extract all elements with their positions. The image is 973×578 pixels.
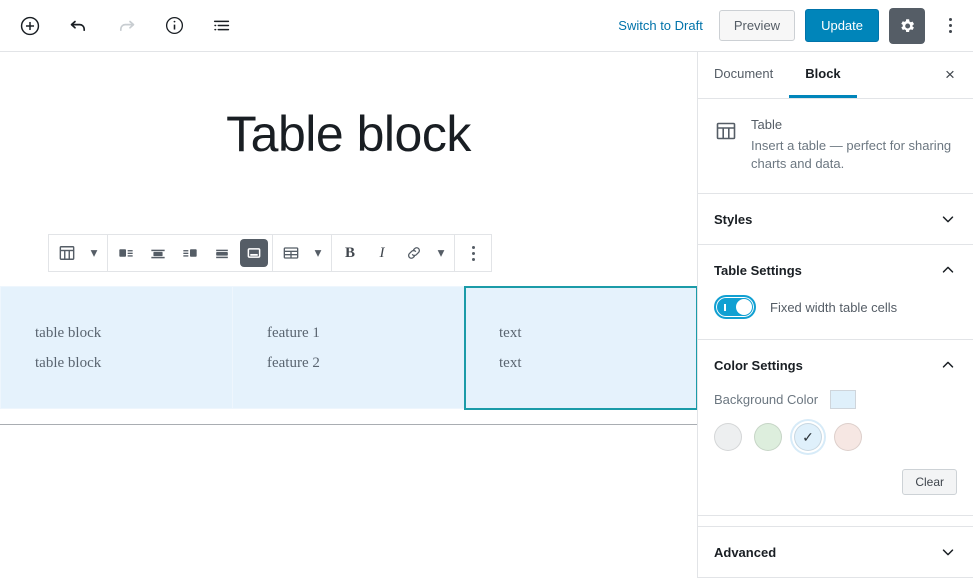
align-center-icon[interactable] [142, 235, 174, 271]
rich-text-group: B I ▾ [332, 235, 455, 271]
background-color-row: Background Color [714, 390, 957, 409]
color-swatch-list: ✓ [714, 423, 957, 451]
clear-row: Clear [714, 469, 957, 495]
align-right-icon[interactable] [174, 235, 206, 271]
header-right-tools: Switch to Draft Preview Update [612, 7, 965, 44]
edit-table-icon[interactable] [275, 235, 307, 271]
panel-color-settings-body: Background Color ✓ Clear [698, 390, 973, 515]
cell-line: feature 2 [267, 354, 320, 371]
block-info-text: Table Insert a table — perfect for shari… [751, 117, 957, 173]
list-view-icon[interactable] [204, 8, 240, 44]
update-button[interactable]: Update [805, 9, 879, 42]
block-description: Insert a table — perfect for sharing cha… [751, 138, 952, 171]
fixed-width-label: Fixed width table cells [770, 299, 898, 315]
panel-color-settings-header[interactable]: Color Settings [698, 340, 973, 390]
chevron-down-icon [939, 543, 957, 561]
header-left-tools [12, 8, 240, 44]
swatch-light-gray[interactable] [714, 423, 742, 451]
alignment-group [108, 235, 273, 271]
table-block[interactable]: table block table block feature 1 featur… [0, 285, 697, 410]
panel-title: Table Settings [714, 262, 802, 278]
block-info-card: Table Insert a table — perfect for shari… [698, 99, 973, 194]
cell-line: feature 1 [267, 324, 320, 341]
cell-line: table block [35, 354, 102, 371]
kebab-menu-icon[interactable] [457, 235, 489, 271]
swatch-light-pink[interactable] [834, 423, 862, 451]
editor-body: Table block ▾ ▾ B I ▾ table block table … [0, 52, 973, 578]
toggle-on-mark [724, 304, 726, 311]
fixed-width-row: Fixed width table cells [714, 295, 957, 319]
panel-styles: Styles [698, 194, 973, 245]
tab-block[interactable]: Block [789, 52, 857, 98]
info-icon[interactable] [156, 8, 192, 44]
editor-canvas[interactable]: Table block ▾ ▾ B I ▾ table block table … [0, 52, 697, 578]
block-type-group: ▾ [49, 235, 108, 271]
content-divider [0, 424, 697, 425]
table-icon[interactable] [51, 235, 83, 271]
gear-icon[interactable] [889, 7, 925, 44]
block-toolbar: ▾ ▾ B I ▾ [48, 234, 492, 272]
italic-button[interactable]: I [366, 235, 398, 271]
background-color-preview[interactable] [830, 390, 857, 409]
bold-button[interactable]: B [334, 235, 366, 271]
panel-title: Advanced [714, 544, 777, 560]
redo-icon [108, 8, 144, 44]
fixed-width-toggle[interactable] [714, 295, 756, 319]
panel-table-settings-body: Fixed width table cells [698, 295, 973, 339]
swatch-light-green[interactable] [754, 423, 782, 451]
cell-line: table block [35, 324, 102, 341]
undo-icon[interactable] [60, 8, 96, 44]
chevron-up-icon [939, 261, 957, 279]
table-cell-2[interactable]: feature 1 feature 2 [232, 286, 465, 409]
panel-title: Color Settings [714, 357, 803, 373]
cell-line: text [499, 324, 522, 341]
align-full-active-indicator [240, 239, 268, 267]
kebab-menu-icon[interactable] [935, 8, 965, 44]
edit-table-group: ▾ [273, 235, 332, 271]
align-full-icon[interactable] [238, 235, 270, 271]
clear-button[interactable]: Clear [902, 469, 957, 495]
panel-advanced-header[interactable]: Advanced [698, 527, 973, 577]
panel-styles-header[interactable]: Styles [698, 194, 973, 244]
chevron-down-icon [939, 210, 957, 228]
panel-table-settings-header[interactable]: Table Settings [698, 245, 973, 295]
toggle-knob [736, 299, 752, 315]
edit-table-chevron-down-icon[interactable]: ▾ [307, 235, 329, 271]
panel-title: Styles [714, 211, 753, 227]
chevron-up-icon [939, 356, 957, 374]
panel-advanced: Advanced [698, 526, 973, 578]
preview-button[interactable]: Preview [718, 10, 796, 41]
align-wide-icon[interactable] [206, 235, 238, 271]
sidebar-tabs: Document Block × [698, 52, 973, 99]
editor-header: Switch to Draft Preview Update [0, 0, 973, 52]
panel-color-settings: Color Settings Background Color ✓ Clear [698, 340, 973, 516]
table-cell-3-selected[interactable]: text text [463, 285, 697, 410]
align-left-icon[interactable] [110, 235, 142, 271]
check-icon: ✓ [802, 429, 814, 445]
switch-to-draft-button[interactable]: Switch to Draft [612, 14, 709, 37]
block-title: Table [751, 117, 783, 132]
table-body: table block table block feature 1 featur… [0, 285, 697, 410]
table-cell-1[interactable]: table block table block [0, 286, 233, 409]
block-type-chevron-down-icon[interactable]: ▾ [83, 235, 105, 271]
add-block-icon[interactable] [12, 8, 48, 44]
panel-table-settings: Table Settings Fixed width table cells [698, 245, 973, 340]
settings-sidebar: Document Block × Table Insert a table — … [697, 52, 973, 578]
table-icon [714, 117, 738, 173]
close-icon[interactable]: × [927, 52, 973, 98]
wp-block-editor: Switch to Draft Preview Update Table blo… [0, 0, 973, 578]
wp-table: table block table block feature 1 featur… [0, 285, 697, 410]
cell-line: text [499, 354, 522, 371]
link-icon[interactable] [398, 235, 430, 271]
page-title[interactable]: Table block [0, 52, 697, 159]
more-options-group [455, 235, 491, 271]
background-color-label: Background Color [714, 392, 819, 407]
swatch-light-blue-selected[interactable]: ✓ [794, 423, 822, 451]
tab-document[interactable]: Document [698, 52, 789, 98]
table-row: table block table block feature 1 featur… [0, 285, 697, 410]
rich-text-chevron-down-icon[interactable]: ▾ [430, 235, 452, 271]
